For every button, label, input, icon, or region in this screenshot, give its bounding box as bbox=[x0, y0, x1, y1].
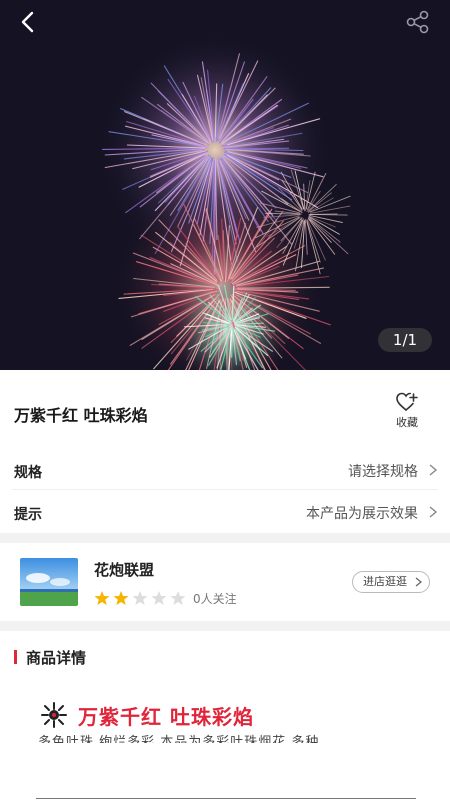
back-arrow-icon bbox=[21, 11, 34, 33]
visit-shop-button[interactable]: 进店逛逛 bbox=[352, 571, 430, 593]
share-button[interactable] bbox=[404, 8, 432, 36]
product-title-section: 万紫千红 吐珠彩焰 收藏 bbox=[0, 370, 450, 448]
divider-line bbox=[36, 798, 416, 799]
spec-row[interactable]: 规格 请选择规格 bbox=[12, 448, 438, 490]
shop-followers: 0人关注 bbox=[193, 592, 237, 606]
firework-emblem-icon bbox=[41, 702, 67, 728]
chevron-right-icon bbox=[429, 506, 438, 518]
back-button[interactable] bbox=[14, 8, 42, 36]
chevron-right-icon bbox=[429, 464, 438, 476]
shop-rating bbox=[94, 590, 186, 606]
star-empty-icon bbox=[132, 591, 148, 605]
product-details: 商品详情 万紫千红 吐珠彩焰 多色吐珠 绚烂多彩 本品为多彩吐珠烟花 多种 bbox=[0, 631, 450, 800]
section-divider bbox=[0, 621, 450, 631]
chevron-right-icon bbox=[415, 577, 422, 587]
details-heading: 商品详情 bbox=[26, 649, 87, 667]
shop-logo bbox=[20, 558, 78, 606]
favorite-label: 收藏 bbox=[396, 416, 418, 429]
star-filled-icon bbox=[113, 591, 129, 605]
spec-label: 规格 bbox=[14, 465, 42, 481]
product-image-gallery[interactable]: 1/1 bbox=[0, 0, 450, 370]
share-icon bbox=[406, 10, 429, 34]
shop-name: 花炮联盟 bbox=[94, 561, 155, 579]
star-filled-icon bbox=[94, 591, 110, 605]
notice-label: 提示 bbox=[14, 507, 42, 523]
star-empty-icon bbox=[151, 591, 167, 605]
shop-card[interactable]: 花炮联盟 0人关注 进店逛逛 bbox=[0, 543, 450, 621]
notice-row[interactable]: 提示 本产品为展示效果 bbox=[12, 490, 438, 532]
visit-shop-label: 进店逛逛 bbox=[363, 575, 407, 588]
product-title: 万紫千红 吐珠彩焰 bbox=[14, 406, 148, 425]
notice-value: 本产品为展示效果 bbox=[306, 506, 418, 522]
product-options: 规格 请选择规格 提示 本产品为展示效果 bbox=[0, 448, 450, 532]
image-counter: 1/1 bbox=[378, 328, 432, 352]
banner-title: 万紫千红 吐珠彩焰 bbox=[78, 705, 254, 729]
star-empty-icon bbox=[170, 591, 186, 605]
section-divider bbox=[0, 533, 450, 543]
banner-subtitle-text: 多色吐珠 绚烂多彩 本品为多彩吐珠烟花 多种 bbox=[38, 735, 320, 743]
heart-plus-icon bbox=[396, 392, 418, 411]
favorite-button[interactable]: 收藏 bbox=[390, 392, 424, 430]
heading-accent-bar bbox=[14, 650, 17, 664]
banner-subtitle: 多色吐珠 绚烂多彩 本品为多彩吐珠烟花 多种 bbox=[38, 733, 418, 743]
spec-value: 请选择规格 bbox=[348, 464, 418, 480]
fireworks-photo bbox=[0, 0, 450, 370]
